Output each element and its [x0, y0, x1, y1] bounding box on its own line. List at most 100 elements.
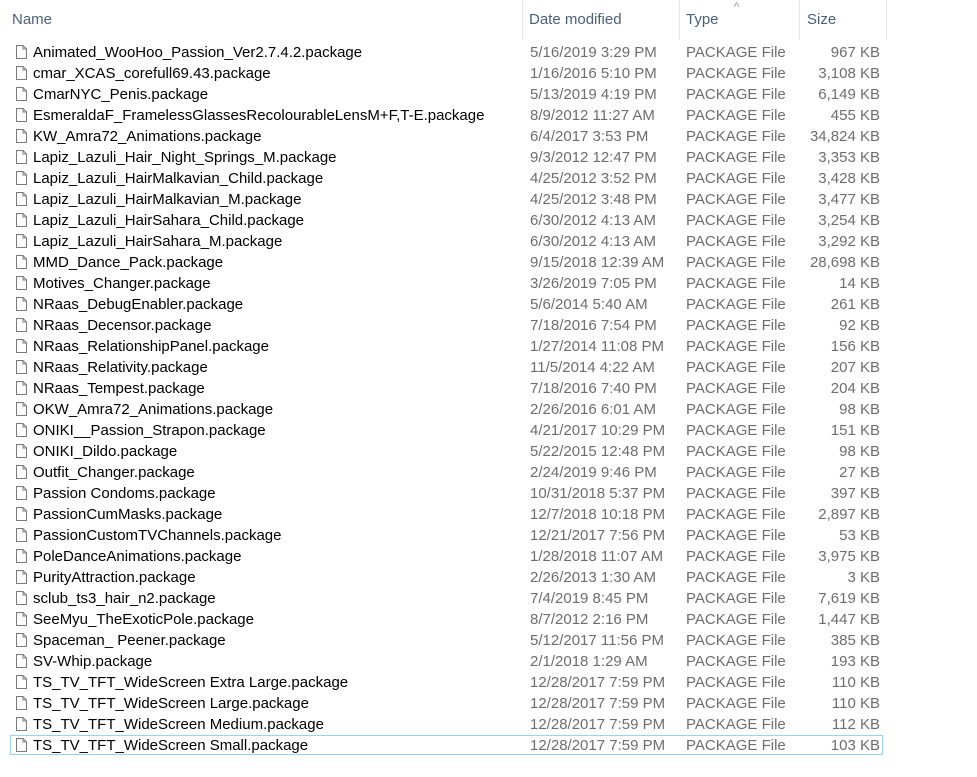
file-row[interactable]: NRaas_Tempest.package 7/18/2016 7:40 PM PA…	[0, 378, 886, 399]
column-header-size[interactable]: Size	[807, 0, 836, 40]
document-icon	[16, 213, 27, 227]
file-type: PACKAGE File	[686, 359, 786, 376]
file-row[interactable]: TS_TV_TFT_WideScreen Medium.package 12/28…	[0, 714, 886, 735]
file-size: 6,149 KB	[818, 86, 880, 103]
file-row[interactable]: Lapiz_Lazuli_HairMalkavian_M.package 4/25…	[0, 189, 886, 210]
file-size: 1,447 KB	[818, 611, 880, 628]
column-divider[interactable]	[799, 0, 800, 40]
file-row[interactable]: Motives_Changer.package 3/26/2019 7:05 PM…	[0, 273, 886, 294]
file-date-modified: 6/4/2017 3:53 PM	[530, 128, 649, 145]
document-icon	[16, 192, 27, 206]
file-row[interactable]: Animated_WooHoo_Passion_Ver2.7.4.2.packa…	[0, 42, 886, 63]
file-date-modified: 12/21/2017 7:56 PM	[530, 527, 666, 544]
file-row[interactable]: PoleDanceAnimations.package 1/28/2018 11:…	[0, 546, 886, 567]
file-row[interactable]: TS_TV_TFT_WideScreen Large.package 12/28/…	[0, 693, 886, 714]
file-row[interactable]: Lapiz_Lazuli_HairSahara_M.package 6/30/20…	[0, 231, 886, 252]
file-name: SV-Whip.package	[33, 653, 153, 670]
file-size: 3,353 KB	[818, 149, 880, 166]
file-row[interactable]: NRaas_RelationshipPanel.package 1/27/2014…	[0, 336, 886, 357]
file-type: PACKAGE File	[686, 296, 786, 313]
file-type: PACKAGE File	[686, 590, 786, 607]
file-row[interactable]: TS_TV_TFT_WideScreen Small.package 12/28/…	[0, 735, 886, 756]
file-type: PACKAGE File	[686, 86, 786, 103]
file-date-modified: 8/9/2012 11:27 AM	[530, 107, 655, 124]
file-name: Lapiz_Lazuli_Hair_Night_Springs_M.packag…	[33, 149, 337, 166]
file-row[interactable]: KW_Amra72_Animations.package 6/4/2017 3:5…	[0, 126, 886, 147]
file-date-modified: 5/13/2019 4:19 PM	[530, 86, 657, 103]
document-icon	[16, 381, 27, 395]
file-name: TS_TV_TFT_WideScreen Large.package	[33, 695, 309, 712]
file-name: Lapiz_Lazuli_HairMalkavian_M.package	[33, 191, 302, 208]
file-row[interactable]: EsmeraldaF_FramelessGlassesRecolourableL…	[0, 105, 886, 126]
file-type: PACKAGE File	[686, 443, 786, 460]
file-row[interactable]: CmarNYC_Penis.package 5/13/2019 4:19 PM PA…	[0, 84, 886, 105]
file-row[interactable]: ONIKI__Passion_Strapon.package 4/21/2017 …	[0, 420, 886, 441]
file-row[interactable]: SV-Whip.package 2/1/2018 1:29 AM PACKAGE F…	[0, 651, 886, 672]
column-divider[interactable]	[886, 0, 887, 40]
file-row[interactable]: Lapiz_Lazuli_HairMalkavian_Child.package…	[0, 168, 886, 189]
file-date-modified: 10/31/2018 5:37 PM	[530, 485, 666, 502]
document-icon	[16, 549, 27, 563]
file-type: PACKAGE File	[686, 485, 786, 502]
file-row[interactable]: Lapiz_Lazuli_Hair_Night_Springs_M.packag…	[0, 147, 886, 168]
file-size: 151 KB	[830, 422, 880, 439]
file-size: 261 KB	[830, 296, 880, 313]
file-name: Lapiz_Lazuli_HairMalkavian_Child.package	[33, 170, 324, 187]
file-name: NRaas_Relativity.package	[33, 359, 208, 376]
file-name: TS_TV_TFT_WideScreen Extra Large.package	[33, 674, 349, 691]
file-type: PACKAGE File	[686, 380, 786, 397]
file-size: 98 KB	[839, 401, 880, 418]
file-type: PACKAGE File	[686, 653, 786, 670]
file-size: 103 KB	[830, 737, 880, 754]
file-row[interactable]: PassionCustomTVChannels.package 12/21/201…	[0, 525, 886, 546]
file-name: MMD_Dance_Pack.package	[33, 254, 224, 271]
file-date-modified: 11/5/2014 4:22 AM	[530, 359, 655, 376]
file-name: NRaas_DebugEnabler.package	[33, 296, 244, 313]
file-row[interactable]: TS_TV_TFT_WideScreen Extra Large.package…	[0, 672, 886, 693]
file-row[interactable]: OKW_Amra72_Animations.package 2/26/2016 6…	[0, 399, 886, 420]
file-type: PACKAGE File	[686, 65, 786, 82]
file-size: 7,619 KB	[818, 590, 880, 607]
column-divider[interactable]	[522, 0, 523, 40]
file-name: Spaceman_ Peener.package	[33, 632, 226, 649]
file-name: Passion Condoms.package	[33, 485, 216, 502]
document-icon	[16, 612, 27, 626]
document-icon	[16, 570, 27, 584]
column-divider[interactable]	[679, 0, 680, 40]
file-size: 3 KB	[847, 569, 880, 586]
file-row[interactable]: NRaas_Relativity.package 11/5/2014 4:22 A…	[0, 357, 886, 378]
file-row[interactable]: NRaas_Decensor.package 7/18/2016 7:54 PM P…	[0, 315, 886, 336]
file-type: PACKAGE File	[686, 716, 786, 733]
file-date-modified: 9/15/2018 12:39 AM	[530, 254, 665, 271]
file-name: PassionCustomTVChannels.package	[33, 527, 282, 544]
file-type: PACKAGE File	[686, 212, 786, 229]
file-size: 14 KB	[839, 275, 880, 292]
file-row[interactable]: MMD_Dance_Pack.package 9/15/2018 12:39 AM…	[0, 252, 886, 273]
document-icon	[16, 234, 27, 248]
file-row[interactable]: Lapiz_Lazuli_HairSahara_Child.package 6/3…	[0, 210, 886, 231]
file-row[interactable]: sclub_ts3_hair_n2.package 7/4/2019 8:45 P…	[0, 588, 886, 609]
file-row[interactable]: NRaas_DebugEnabler.package 5/6/2014 5:40 …	[0, 294, 886, 315]
file-type: PACKAGE File	[686, 464, 786, 481]
file-row[interactable]: cmar_XCAS_corefull69.43.package 1/16/2016…	[0, 63, 886, 84]
file-row[interactable]: PurityAttraction.package 2/26/2013 1:30 A…	[0, 567, 886, 588]
file-name: NRaas_RelationshipPanel.package	[33, 338, 269, 355]
document-icon	[16, 423, 27, 437]
file-date-modified: 12/28/2017 7:59 PM	[530, 695, 666, 712]
document-icon	[16, 444, 27, 458]
file-row[interactable]: SeeMyu_TheExoticPole.package 8/7/2012 2:1…	[0, 609, 886, 630]
column-header-date-modified[interactable]: Date modified	[529, 0, 622, 40]
file-date-modified: 1/16/2016 5:10 PM	[530, 65, 657, 82]
file-type: PACKAGE File	[686, 422, 786, 439]
file-row[interactable]: PassionCumMasks.package 12/7/2018 10:18 P…	[0, 504, 886, 525]
file-date-modified: 2/1/2018 1:29 AM	[530, 653, 648, 670]
file-row[interactable]: ONIKI_Dildo.package 5/22/2015 12:48 PM PAC…	[0, 441, 886, 462]
document-icon	[16, 675, 27, 689]
file-row[interactable]: Passion Condoms.package 10/31/2018 5:37 P…	[0, 483, 886, 504]
column-header-name[interactable]: Name	[12, 0, 52, 40]
file-size: 3,254 KB	[818, 212, 880, 229]
file-row[interactable]: Spaceman_ Peener.package 5/12/2017 11:56 …	[0, 630, 886, 651]
column-header-type[interactable]: Type	[686, 0, 719, 40]
file-row[interactable]: Outfit_Changer.package 2/24/2019 9:46 PM P…	[0, 462, 886, 483]
file-name: EsmeraldaF_FramelessGlassesRecolourableL…	[33, 107, 485, 124]
